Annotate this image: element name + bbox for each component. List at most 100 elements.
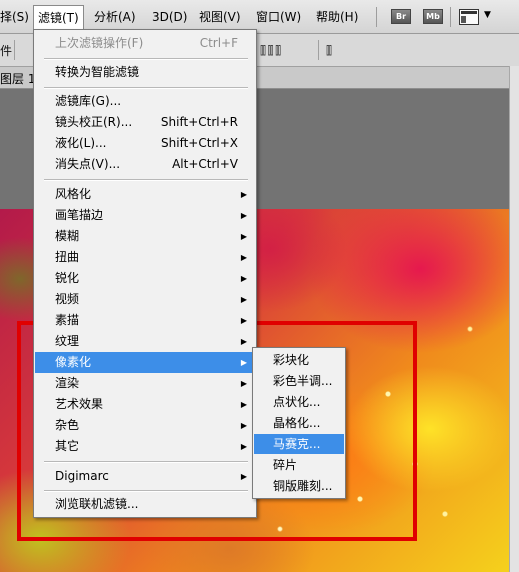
- distribute-icon[interactable]: ⫿⫿: [326, 44, 332, 58]
- menu-item-label: 液化(L)...: [55, 136, 107, 150]
- menu-item-artistic[interactable]: 艺术效果 ▶: [35, 394, 255, 415]
- submenu-item-label: 晶格化...: [273, 416, 321, 430]
- submenu-item-label: 铜版雕刻...: [273, 479, 333, 493]
- menu-select[interactable]: 择(S): [0, 6, 33, 28]
- submenu-item-crystallize[interactable]: 晶格化...: [254, 413, 344, 433]
- menu-item-other[interactable]: 其它 ▶: [35, 436, 255, 457]
- menu-item-shortcut: Shift+Ctrl+X: [161, 136, 238, 150]
- submenu-arrow-icon: ▶: [240, 253, 247, 262]
- menu-item-sharpen[interactable]: 锐化 ▶: [35, 268, 255, 289]
- menu-item-brush-strokes[interactable]: 画笔描边 ▶: [35, 205, 255, 226]
- menu-separator: [44, 490, 248, 492]
- menu-item-label: 渲染: [55, 376, 80, 390]
- menu-item-shortcut: Ctrl+F: [199, 36, 238, 50]
- menu-item-shortcut: Shift+Ctrl+R: [160, 115, 238, 129]
- options-divider: [318, 40, 319, 60]
- menu-filter[interactable]: 滤镜(T): [33, 5, 84, 30]
- menu-item-label: 杂色: [55, 418, 80, 432]
- menu-separator: [44, 87, 248, 89]
- submenu-item-color-halftone[interactable]: 彩色半调...: [254, 371, 344, 391]
- menu-item-blur[interactable]: 模糊 ▶: [35, 226, 255, 247]
- menu-item-noise[interactable]: 杂色 ▶: [35, 415, 255, 436]
- menu-item-label: 浏览联机滤镜...: [55, 497, 139, 511]
- submenu-arrow-icon: ▶: [240, 400, 247, 409]
- menu-item-label: 模糊: [55, 229, 80, 243]
- options-label: 件: [0, 44, 13, 58]
- menu-item-digimarc[interactable]: Digimarc ▶: [35, 466, 255, 487]
- menu-item-label: 其它: [55, 439, 80, 453]
- menu-item-convert-smart-filter[interactable]: 转换为智能滤镜: [35, 62, 255, 83]
- menu-item-sketch[interactable]: 素描 ▶: [35, 310, 255, 331]
- mini-bridge-icon[interactable]: Mb: [423, 9, 443, 24]
- menu-item-video[interactable]: 视频 ▶: [35, 289, 255, 310]
- menu-separator: [44, 461, 248, 463]
- submenu-arrow-icon: ▶: [240, 442, 247, 451]
- menu-item-label: 转换为智能滤镜: [55, 65, 140, 79]
- bridge-icon[interactable]: Br: [391, 9, 411, 24]
- menu-item-last-filter[interactable]: 上次滤镜操作(F) Ctrl+F: [35, 33, 255, 54]
- submenu-item-label: 彩色半调...: [273, 374, 333, 388]
- pixelate-submenu: 彩块化 彩色半调... 点状化... 晶格化... 马赛克... 碎片 铜版雕刻…: [252, 347, 346, 499]
- menu-item-shortcut: Alt+Ctrl+V: [172, 157, 238, 171]
- submenu-item-label: 点状化...: [273, 395, 321, 409]
- menu-item-vanishing-point[interactable]: 消失点(V)... Alt+Ctrl+V: [35, 154, 255, 175]
- document-tab[interactable]: 图层 1: [0, 70, 35, 87]
- menu-item-lens-correction[interactable]: 镜头校正(R)... Shift+Ctrl+R: [35, 112, 255, 133]
- submenu-item-fragment[interactable]: 碎片: [254, 455, 344, 475]
- submenu-item-mosaic[interactable]: 马赛克...: [254, 434, 344, 454]
- menu-item-label: 扭曲: [55, 250, 80, 264]
- menu-item-label: 画笔描边: [55, 208, 104, 222]
- submenu-arrow-icon: ▶: [240, 316, 247, 325]
- submenu-arrow-icon: ▶: [240, 232, 247, 241]
- menu-divider: [376, 7, 377, 27]
- menu-item-liquify[interactable]: 液化(L)... Shift+Ctrl+X: [35, 133, 255, 154]
- menu-item-texture[interactable]: 纹理 ▶: [35, 331, 255, 352]
- submenu-item-pointillize[interactable]: 点状化...: [254, 392, 344, 412]
- submenu-arrow-icon: ▶: [240, 274, 247, 283]
- menu-item-render[interactable]: 渲染 ▶: [35, 373, 255, 394]
- menu-item-label: 镜头校正(R)...: [55, 115, 133, 129]
- menu-divider: [450, 7, 451, 27]
- menu-item-browse-online-filters[interactable]: 浏览联机滤镜...: [35, 494, 255, 515]
- menu-item-label: 锐化: [55, 271, 80, 285]
- menu-item-stylize[interactable]: 风格化 ▶: [35, 184, 255, 205]
- menu-item-filter-gallery[interactable]: 滤镜库(G)...: [35, 91, 255, 112]
- menu-window[interactable]: 窗口(W): [252, 6, 305, 28]
- menu-item-distort[interactable]: 扭曲 ▶: [35, 247, 255, 268]
- chevron-down-icon[interactable]: ▼: [484, 8, 491, 22]
- menu-item-label: 艺术效果: [55, 397, 104, 411]
- submenu-item-label: 碎片: [273, 458, 298, 472]
- submenu-arrow-icon: ▶: [240, 211, 247, 220]
- submenu-arrow-icon: ▶: [240, 379, 247, 388]
- align-tools-icon[interactable]: ⫿⫿ ⫿⫿ ⫿⫿: [260, 44, 281, 58]
- submenu-arrow-icon: ▶: [240, 295, 247, 304]
- menu-item-label: Digimarc: [55, 469, 109, 483]
- menu-item-label: 风格化: [55, 187, 92, 201]
- filter-menu: 上次滤镜操作(F) Ctrl+F 转换为智能滤镜 滤镜库(G)... 镜头校正(…: [33, 29, 257, 518]
- options-divider: [14, 40, 15, 60]
- menu-analysis[interactable]: 分析(A): [90, 6, 140, 28]
- submenu-arrow-icon: ▶: [240, 190, 247, 199]
- menu-help[interactable]: 帮助(H): [312, 6, 362, 28]
- submenu-arrow-icon: ▶: [240, 358, 247, 367]
- menu-item-label: 视频: [55, 292, 80, 306]
- menu-separator: [44, 179, 248, 181]
- menu-view[interactable]: 视图(V): [195, 6, 245, 28]
- menu-item-label: 上次滤镜操作(F): [55, 36, 144, 50]
- menu-separator: [44, 58, 248, 60]
- menu-item-label: 素描: [55, 313, 80, 327]
- submenu-arrow-icon: ▶: [240, 421, 247, 430]
- submenu-item-label: 彩块化: [273, 353, 310, 367]
- menu-item-label: 滤镜库(G)...: [55, 94, 122, 108]
- submenu-item-mezzotint[interactable]: 铜版雕刻...: [254, 476, 344, 496]
- side-panel-edge: [509, 66, 519, 572]
- menu-item-label: 纹理: [55, 334, 80, 348]
- menu-item-pixelate[interactable]: 像素化 ▶: [35, 352, 255, 373]
- submenu-arrow-icon: ▶: [240, 337, 247, 346]
- submenu-arrow-icon: ▶: [240, 472, 247, 481]
- submenu-item-color-halftone-block[interactable]: 彩块化: [254, 350, 344, 370]
- menu-3d[interactable]: 3D(D): [148, 6, 191, 28]
- menu-item-label: 消失点(V)...: [55, 157, 121, 171]
- screen-mode-icon[interactable]: [459, 9, 479, 25]
- menu-item-label: 像素化: [55, 355, 92, 369]
